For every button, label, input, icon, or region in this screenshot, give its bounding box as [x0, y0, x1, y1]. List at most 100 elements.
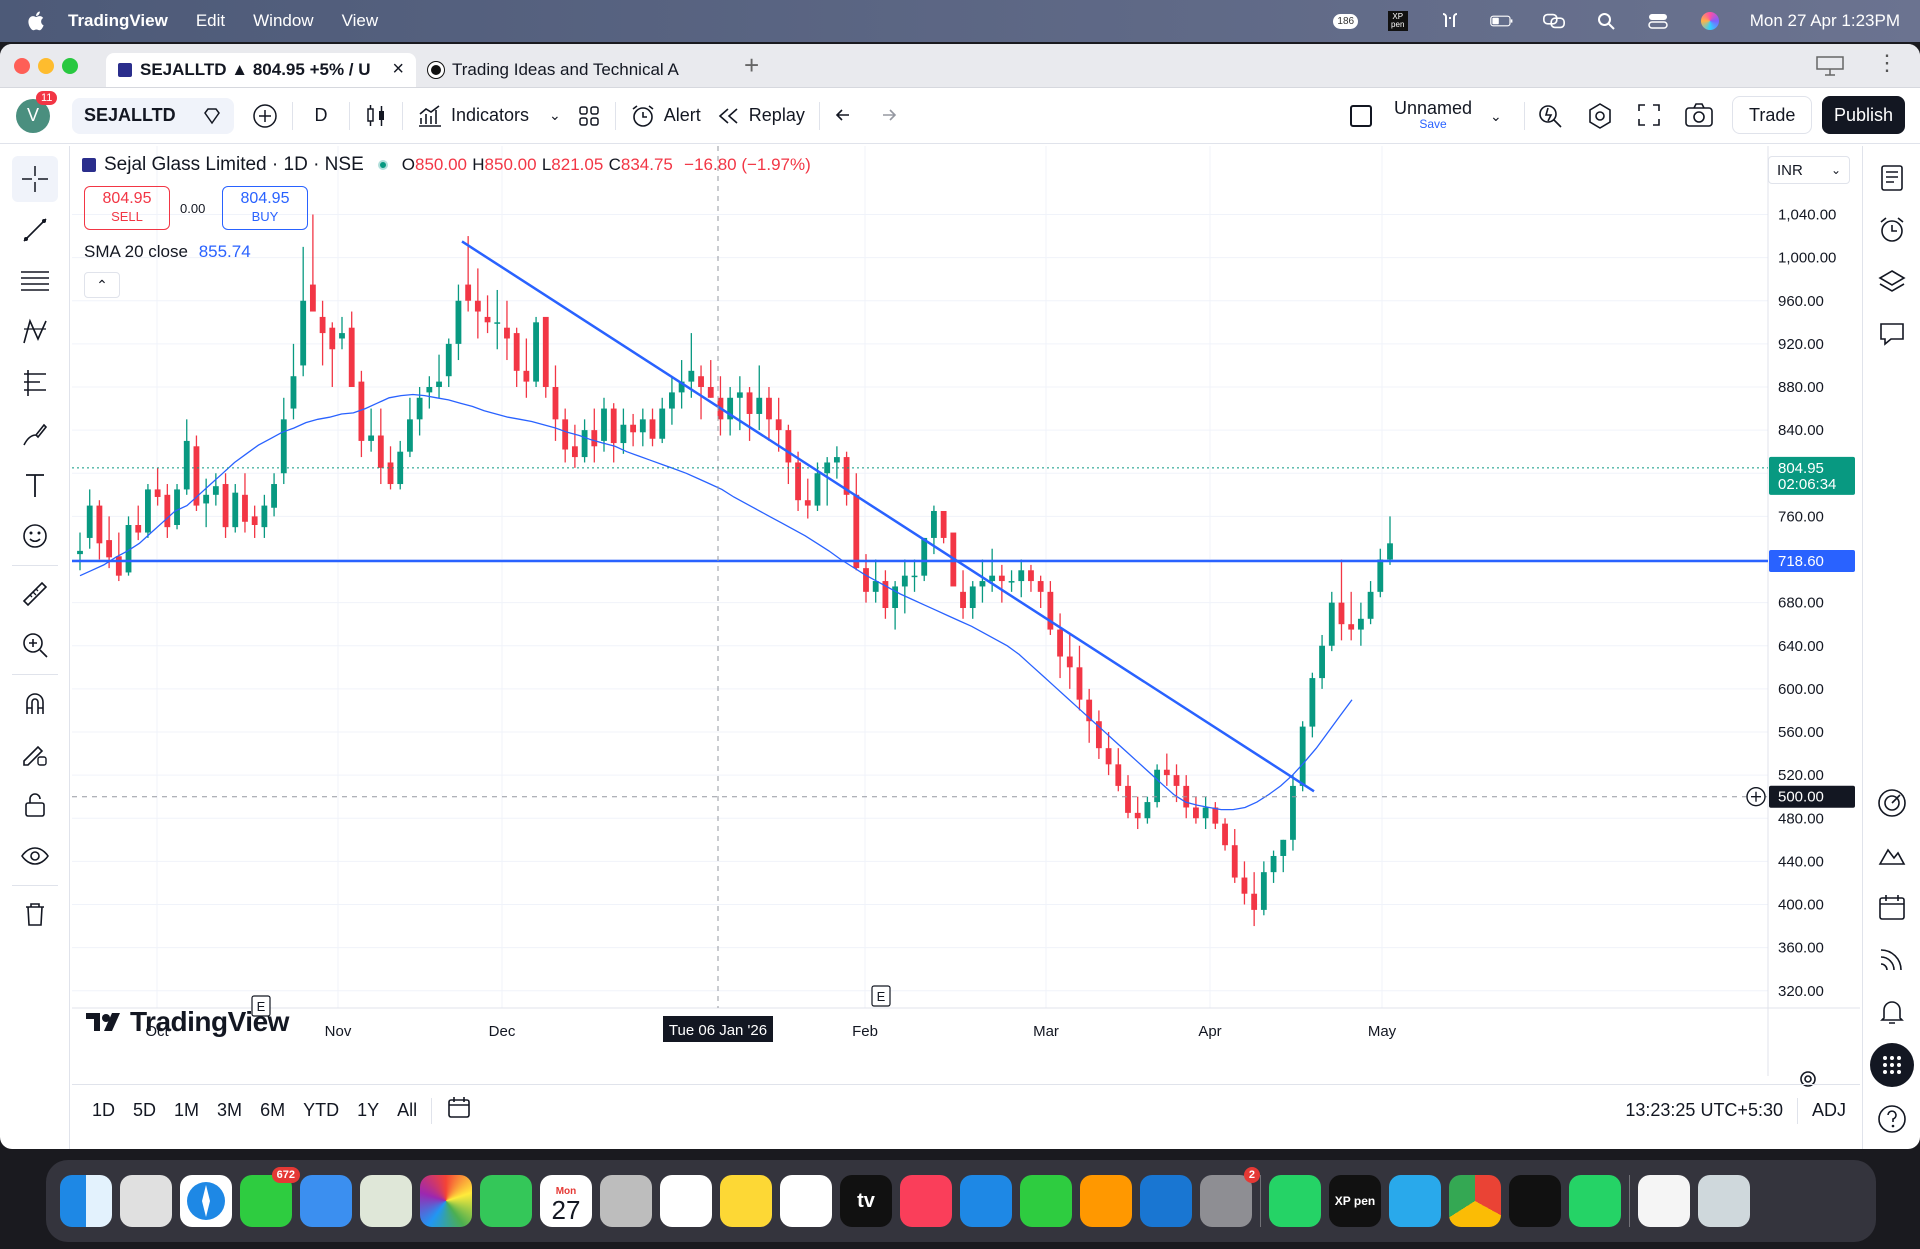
dock-pages-icon[interactable]: [1080, 1175, 1132, 1227]
alerts-clock-icon[interactable]: [1872, 210, 1912, 250]
dock-freeform-icon[interactable]: [780, 1175, 832, 1227]
text-tool-icon[interactable]: [12, 462, 58, 508]
stay-in-drawing-icon[interactable]: [12, 731, 58, 777]
dock-facetime-icon[interactable]: [480, 1175, 532, 1227]
legend-title[interactable]: Sejal Glass Limited · 1D · NSE: [104, 154, 364, 176]
dock-keynote-icon[interactable]: [960, 1175, 1012, 1227]
tab-sejalltd[interactable]: SEJALLTD ▲ 804.95 +5% / U ×: [106, 52, 416, 87]
dock-telegram-icon[interactable]: [1389, 1175, 1441, 1227]
horizontal-lines-tool-icon[interactable]: [12, 258, 58, 304]
prediction-tool-icon[interactable]: [12, 360, 58, 406]
goto-date-calendar-icon[interactable]: [446, 1096, 472, 1125]
range-1m[interactable]: 1M: [174, 1100, 199, 1121]
dock-launchpad-icon[interactable]: [120, 1175, 172, 1227]
dock-whatsapp-business-icon[interactable]: [1569, 1175, 1621, 1227]
dock-document-icon[interactable]: [1638, 1175, 1690, 1227]
dock-xppen-icon[interactable]: XP pen: [1329, 1175, 1381, 1227]
trade-button[interactable]: Trade: [1732, 96, 1813, 134]
dock-reminders-icon[interactable]: [660, 1175, 712, 1227]
publish-button[interactable]: Publish: [1822, 96, 1906, 134]
layout-save-link[interactable]: Save: [1419, 116, 1446, 132]
tab-trading-ideas[interactable]: Trading Ideas and Technical A: [416, 53, 732, 87]
range-5d[interactable]: 5D: [133, 1100, 156, 1121]
dock-safari-icon[interactable]: [180, 1175, 232, 1227]
range-1y[interactable]: 1Y: [357, 1100, 379, 1121]
brush-tool-icon[interactable]: [12, 411, 58, 457]
dock-appstore-icon[interactable]: [1140, 1175, 1192, 1227]
notification-count-icon[interactable]: 186: [1333, 12, 1359, 30]
dock-contacts-icon[interactable]: [600, 1175, 652, 1227]
calendar-icon[interactable]: [1872, 887, 1912, 927]
quick-search-icon[interactable]: [1536, 102, 1564, 135]
screen-mirroring-icon[interactable]: [1542, 12, 1566, 30]
user-avatar[interactable]: V 11: [16, 90, 58, 133]
airpods-icon[interactable]: [1438, 12, 1462, 30]
layout-menu[interactable]: Unnamed Save ⌄: [1350, 96, 1502, 136]
trend-line-tool-icon[interactable]: [12, 207, 58, 253]
ideas-stream-icon[interactable]: [1872, 835, 1912, 875]
dock-notes-icon[interactable]: [720, 1175, 772, 1227]
notifications-bell-icon[interactable]: [1872, 991, 1912, 1031]
buy-button[interactable]: 804.95 BUY: [222, 186, 308, 230]
symbol-search-button[interactable]: SEJALLTD: [72, 97, 234, 134]
alert-button[interactable]: Alert: [622, 96, 709, 136]
compare-symbol-button[interactable]: [244, 96, 286, 136]
camera-snapshot-icon[interactable]: [1684, 102, 1714, 133]
indicators-button[interactable]: Indicators ⌄: [409, 96, 569, 136]
price-chart[interactable]: 1,040.00 1,000.00 960.00 920.00 880.00 840.00…: [72, 146, 1860, 1076]
undo-button[interactable]: [826, 96, 866, 136]
dock-music-icon[interactable]: [900, 1175, 952, 1227]
sidebar-toggle-icon[interactable]: [1816, 56, 1844, 81]
zoom-window-button[interactable]: [62, 57, 78, 74]
range-6m[interactable]: 6M: [260, 1100, 285, 1121]
dock-messages-icon[interactable]: 672: [240, 1167, 300, 1227]
range-3m[interactable]: 3M: [217, 1100, 242, 1121]
menu-app-name[interactable]: TradingView: [68, 11, 168, 31]
control-center-icon[interactable]: [1646, 12, 1670, 30]
dock-calendar-icon[interactable]: Mon 27: [540, 1175, 592, 1227]
interval-button[interactable]: D: [299, 96, 343, 136]
zoom-in-tool-icon[interactable]: [12, 622, 58, 668]
magnet-tool-icon[interactable]: [12, 680, 58, 726]
range-ytd[interactable]: YTD: [303, 1100, 339, 1121]
battery-icon[interactable]: [1489, 12, 1514, 30]
sell-button[interactable]: 804.95 SELL: [84, 186, 170, 230]
menubar-clock[interactable]: Mon 27 Apr 1:23PM: [1750, 11, 1900, 31]
minimize-window-button[interactable]: [38, 57, 54, 74]
more-options-icon[interactable]: ⋮: [1876, 50, 1898, 76]
tab-close-icon[interactable]: ×: [392, 58, 404, 81]
fullscreen-icon[interactable]: [1636, 102, 1662, 133]
timezone-clock[interactable]: 13:23:25 UTC+5:30: [1625, 1100, 1783, 1121]
pattern-tool-icon[interactable]: [12, 309, 58, 355]
dock-numbers-icon[interactable]: [1020, 1175, 1072, 1227]
trash-icon[interactable]: [12, 891, 58, 937]
target-icon[interactable]: [1872, 783, 1912, 823]
dock-maps-icon[interactable]: [360, 1175, 412, 1227]
news-feed-icon[interactable]: [1872, 939, 1912, 979]
new-tab-icon[interactable]: +: [744, 50, 759, 81]
xp-pen-icon[interactable]: XP pen: [1386, 11, 1410, 31]
chart-pane[interactable]: 1,040.00 1,000.00 960.00 920.00 880.00 840.00…: [72, 146, 1860, 1076]
dock-finder-icon[interactable]: [60, 1175, 112, 1227]
chart-type-button[interactable]: [356, 96, 396, 136]
watchlist-icon[interactable]: [1872, 158, 1912, 198]
spotlight-search-icon[interactable]: [1594, 12, 1618, 30]
collapse-legend-chevron-up-icon[interactable]: ⌃: [84, 272, 120, 298]
lock-drawings-icon[interactable]: [12, 782, 58, 828]
range-all[interactable]: All: [397, 1100, 417, 1121]
replay-button[interactable]: Replay: [709, 96, 813, 136]
settings-gear-icon[interactable]: [1586, 102, 1614, 135]
help-icon[interactable]: [1872, 1099, 1912, 1139]
dock-system-settings-icon[interactable]: 2: [1200, 1167, 1260, 1227]
menu-window[interactable]: Window: [253, 11, 313, 31]
menu-view[interactable]: View: [342, 11, 379, 31]
dock-photos-icon[interactable]: [420, 1175, 472, 1227]
dock-mail-icon[interactable]: [300, 1175, 352, 1227]
dock-appletv-icon[interactable]: tv: [840, 1175, 892, 1227]
menu-edit[interactable]: Edit: [196, 11, 225, 31]
siri-icon[interactable]: [1698, 12, 1722, 30]
currency-select[interactable]: INR ⌄: [1768, 156, 1850, 184]
apps-grid-icon[interactable]: [1869, 1043, 1914, 1087]
dock-tradingview-icon[interactable]: [1509, 1175, 1561, 1227]
range-1d[interactable]: 1D: [92, 1100, 115, 1121]
